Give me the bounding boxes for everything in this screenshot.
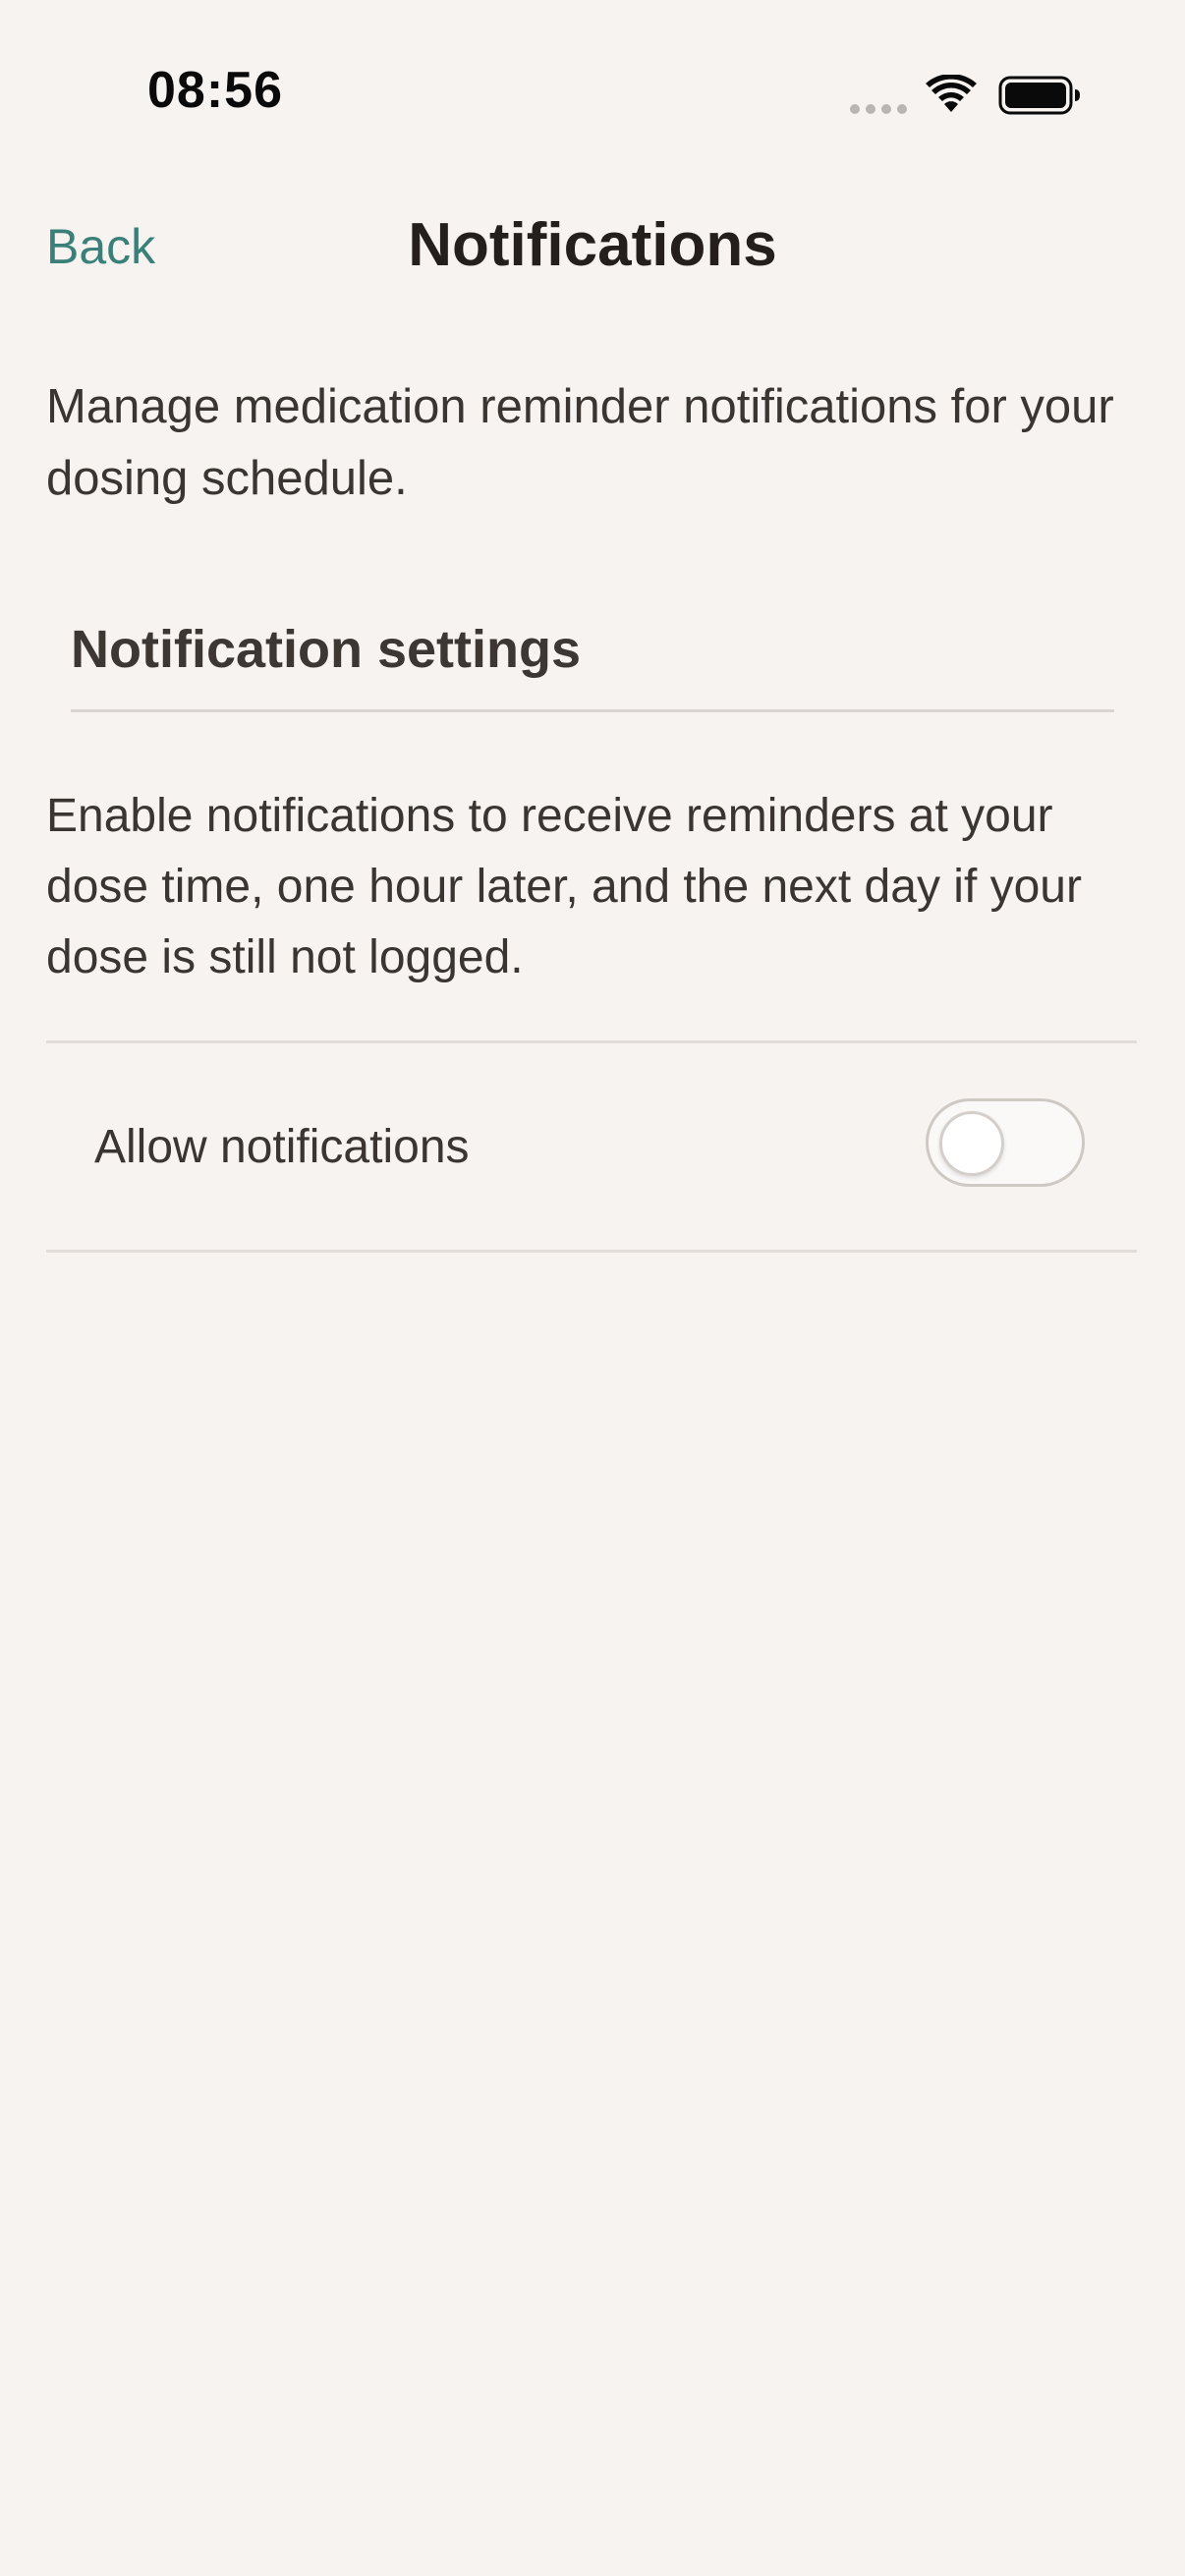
allow-notifications-row: Allow notifications (46, 1043, 1137, 1250)
intro-text: Manage medication reminder notifications… (46, 380, 1114, 505)
section-title: Notification settings (71, 620, 582, 679)
page-title: Notifications (408, 211, 777, 279)
allow-notifications-label: Allow notifications (94, 1121, 470, 1173)
wifi-icon (926, 75, 977, 112)
section-description: Enable notifications to receive reminder… (46, 790, 1082, 983)
section-header: Notification settings (71, 609, 1114, 712)
back-button[interactable]: Back (46, 218, 155, 275)
status-time: 08:56 (147, 62, 283, 119)
navigation-bar: Back Notifications (0, 196, 1185, 305)
allow-notifications-toggle[interactable] (926, 1098, 1085, 1187)
row-divider-bottom (46, 1250, 1137, 1253)
battery-icon (998, 76, 1080, 115)
status-bar: 08:56 (0, 0, 1185, 187)
toggle-knob (939, 1111, 1004, 1176)
cellular-signal-icon (850, 104, 907, 114)
